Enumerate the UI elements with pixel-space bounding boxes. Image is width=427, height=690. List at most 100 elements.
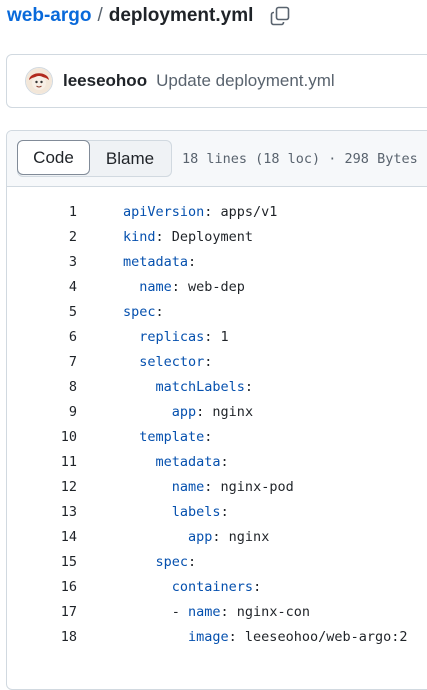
view-toggle: Code Blame	[17, 140, 172, 177]
yaml-value: : leeseohoo/web-argo:2	[228, 628, 408, 645]
line-content: selector:	[123, 354, 212, 370]
yaml-key: app	[188, 528, 213, 545]
line-content: spec:	[123, 304, 164, 320]
code-line: 13 labels:	[7, 499, 427, 524]
line-content: containers:	[123, 579, 261, 595]
yaml-key: spec	[155, 553, 189, 570]
line-number[interactable]: 5	[7, 304, 77, 320]
yaml-key: name	[139, 278, 172, 295]
line-content: name: nginx-pod	[123, 479, 294, 495]
code-line: 17 - name: nginx-con	[7, 599, 427, 624]
commit-message-link[interactable]: Update deployment.yml	[156, 71, 335, 91]
tab-code[interactable]: Code	[17, 140, 90, 175]
line-number[interactable]: 17	[7, 604, 77, 620]
yaml-value: :	[253, 578, 262, 595]
code-line: 2 kind: Deployment	[7, 224, 427, 249]
line-number[interactable]: 3	[7, 254, 77, 270]
line-number[interactable]: 7	[7, 354, 77, 370]
tab-blame[interactable]: Blame	[89, 141, 171, 176]
yaml-value: : web-dep	[171, 278, 245, 295]
file-viewer: Code Blame 18 lines (18 loc) · 298 Bytes…	[6, 130, 427, 690]
line-content: apiVersion: apps/v1	[123, 204, 277, 220]
line-indent: -	[123, 603, 189, 620]
yaml-key: selector	[139, 353, 205, 370]
line-number[interactable]: 6	[7, 329, 77, 345]
yaml-value: : apps/v1	[204, 203, 278, 220]
line-number[interactable]: 1	[7, 204, 77, 220]
line-number[interactable]: 14	[7, 529, 77, 545]
file-stats: 18 lines (18 loc) · 298 Bytes	[182, 150, 418, 167]
code-line: 14 app: nginx	[7, 524, 427, 549]
yaml-key: labels	[171, 503, 221, 520]
yaml-key: containers	[171, 578, 254, 595]
yaml-value: : nginx	[196, 403, 254, 420]
line-content: labels:	[123, 504, 229, 520]
code-line: 16 containers:	[7, 574, 427, 599]
yaml-value: : nginx	[212, 528, 270, 545]
line-content: app: nginx	[123, 404, 253, 420]
code-line: 5 spec:	[7, 299, 427, 324]
yaml-key: matchLabels	[155, 378, 245, 395]
yaml-key: metadata	[155, 453, 221, 470]
line-number[interactable]: 9	[7, 404, 77, 420]
line-number[interactable]: 18	[7, 629, 77, 645]
line-content: metadata:	[123, 454, 229, 470]
code-line: 10 template:	[7, 424, 427, 449]
line-number[interactable]: 10	[7, 429, 77, 445]
yaml-value: :	[244, 378, 254, 395]
line-content: replicas: 1	[123, 328, 229, 345]
file-header: Code Blame 18 lines (18 loc) · 298 Bytes	[7, 131, 427, 187]
commit-author-link[interactable]: leeseohoo	[63, 71, 147, 91]
line-number[interactable]: 11	[7, 454, 77, 470]
line-number[interactable]: 15	[7, 554, 77, 570]
yaml-key: replicas	[139, 328, 205, 345]
line-number[interactable]: 4	[7, 279, 77, 295]
code-line: 6 replicas: 1	[7, 324, 427, 349]
yaml-value: : 1	[204, 328, 229, 345]
line-number[interactable]: 13	[7, 504, 77, 520]
yaml-value: : nginx-con	[220, 603, 310, 620]
line-content: matchLabels:	[123, 378, 254, 395]
avatar[interactable]	[25, 67, 53, 95]
yaml-key: name	[188, 603, 221, 620]
line-number[interactable]: 2	[7, 229, 77, 245]
yaml-value: : Deployment	[155, 228, 254, 245]
line-content: template:	[123, 429, 212, 445]
code-line: 9 app: nginx	[7, 399, 427, 424]
code-line: 4 name: web-dep	[7, 274, 427, 299]
line-number[interactable]: 12	[7, 479, 77, 495]
code-line: 18 image: leeseohoo/web-argo:2	[7, 624, 427, 649]
latest-commit-bar: leeseohoo Update deployment.yml	[6, 54, 427, 108]
yaml-key: kind	[123, 228, 156, 245]
code-line: 8 matchLabels:	[7, 374, 427, 399]
code-line: 3 metadata:	[7, 249, 427, 274]
line-number[interactable]: 8	[7, 379, 77, 395]
yaml-value: :	[204, 428, 213, 445]
line-content: app: nginx	[123, 529, 269, 545]
code-line: 15 spec:	[7, 549, 427, 574]
repo-link[interactable]: web-argo	[7, 5, 91, 27]
yaml-value: : nginx-pod	[204, 478, 294, 495]
line-content: metadata:	[123, 254, 196, 270]
line-content: name: web-dep	[123, 279, 245, 295]
line-content: - name: nginx-con	[123, 604, 310, 620]
code-line: 12 name: nginx-pod	[7, 474, 427, 499]
line-content: spec:	[123, 553, 197, 570]
yaml-value: :	[188, 553, 197, 570]
yaml-key: name	[171, 478, 205, 495]
copy-path-icon[interactable]	[270, 6, 290, 26]
line-number[interactable]: 16	[7, 579, 77, 595]
